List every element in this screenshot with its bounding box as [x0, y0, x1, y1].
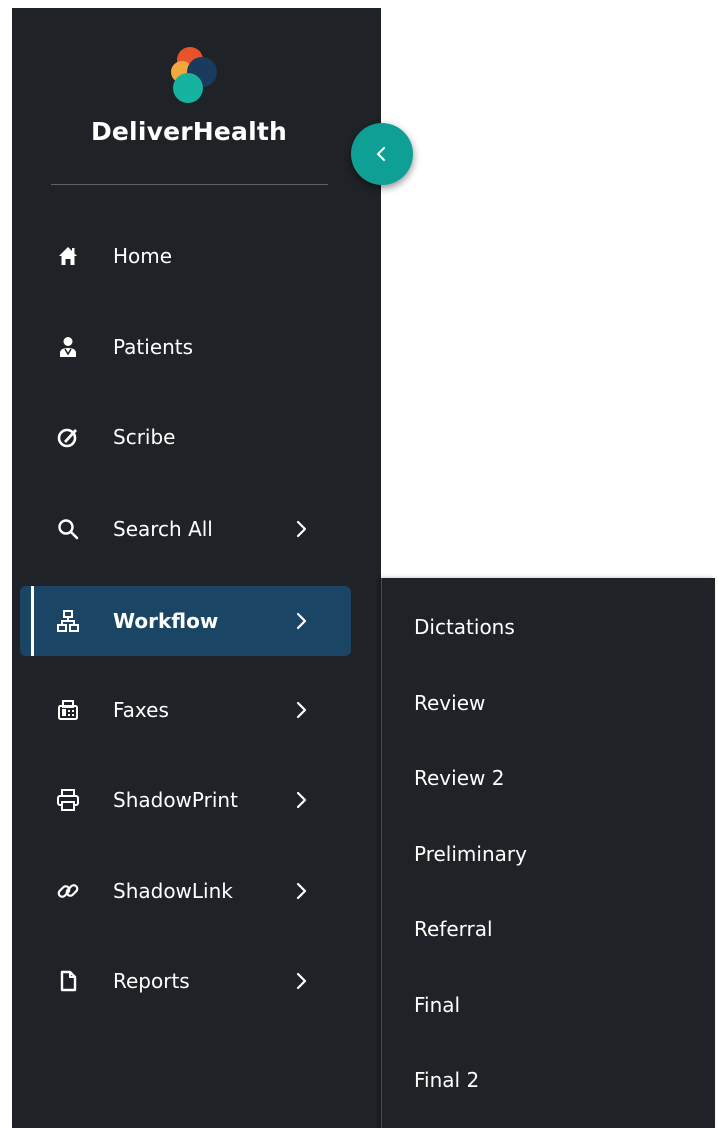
sidebar-item-faxes[interactable]: Faxes [20, 675, 351, 745]
chevron-left-icon [377, 147, 385, 161]
collapse-sidebar-button[interactable] [351, 123, 413, 185]
active-indicator [31, 586, 34, 656]
fax-icon [58, 700, 78, 720]
sidebar-divider [51, 184, 328, 185]
chevron-right-icon [296, 701, 307, 719]
chevron-right-icon [296, 972, 307, 990]
chevron-right-icon [296, 882, 307, 900]
brand-name: DeliverHealth [90, 117, 288, 146]
document-icon [60, 970, 77, 992]
sidebar-item-shadowlink[interactable]: ShadowLink [20, 856, 351, 926]
sidebar-item-label: Workflow [113, 609, 219, 633]
home-icon [59, 247, 77, 265]
chevron-right-icon [296, 612, 307, 630]
submenu-item-label: Dictations [414, 615, 515, 639]
deliverhealth-logo-icon [171, 47, 217, 103]
submenu-item-review[interactable]: Review [382, 673, 715, 733]
submenu-item-label: Referral [414, 917, 493, 941]
submenu-item-final[interactable]: Final [382, 975, 715, 1035]
sidebar-item-reports[interactable]: Reports [20, 946, 351, 1016]
submenu-item-label: Review [414, 691, 486, 715]
submenu-item-final-2[interactable]: Final 2 [382, 1050, 715, 1110]
sidebar-item-scribe[interactable]: Scribe [20, 402, 351, 472]
submenu-item-referral[interactable]: Referral [382, 899, 715, 959]
sidebar-item-home[interactable]: Home [20, 221, 351, 291]
search-icon [58, 519, 79, 540]
submenu-item-label: Review 2 [414, 766, 505, 790]
sidebar-item-label: Scribe [113, 425, 176, 449]
sidebar-item-label: Reports [113, 969, 190, 993]
submenu-item-review-2[interactable]: Review 2 [382, 748, 715, 808]
submenu-item-label: Final [414, 993, 461, 1017]
sidebar-item-label: Home [113, 244, 173, 268]
scribe-icon [57, 428, 77, 448]
chevron-right-icon [296, 520, 307, 538]
sidebar-item-search-all[interactable]: Search All [20, 494, 351, 564]
sidebar-item-label: ShadowLink [113, 879, 233, 903]
workflow-icon [57, 610, 79, 632]
link-icon [57, 884, 79, 898]
sidebar-item-label: Search All [113, 517, 213, 541]
submenu-item-label: Preliminary [414, 842, 527, 866]
chevron-right-icon [296, 791, 307, 809]
sidebar-item-label: Patients [113, 335, 194, 359]
sidebar-item-shadowprint[interactable]: ShadowPrint [20, 765, 351, 835]
submenu-item-preliminary[interactable]: Preliminary [382, 824, 715, 884]
workflow-submenu: Dictations Review Review 2 Preliminary R… [381, 578, 715, 1128]
brand-logo: DeliverHealth [12, 42, 381, 152]
printer-icon [57, 789, 79, 811]
patient-icon [60, 337, 76, 357]
sidebar-item-workflow[interactable]: Workflow [20, 586, 351, 656]
submenu-item-dictations[interactable]: Dictations [382, 597, 715, 657]
sidebar-item-patients[interactable]: Patients [20, 312, 351, 382]
submenu-item-label: Final 2 [414, 1068, 480, 1092]
sidebar-item-label: ShadowPrint [113, 788, 238, 812]
sidebar-item-label: Faxes [113, 698, 169, 722]
